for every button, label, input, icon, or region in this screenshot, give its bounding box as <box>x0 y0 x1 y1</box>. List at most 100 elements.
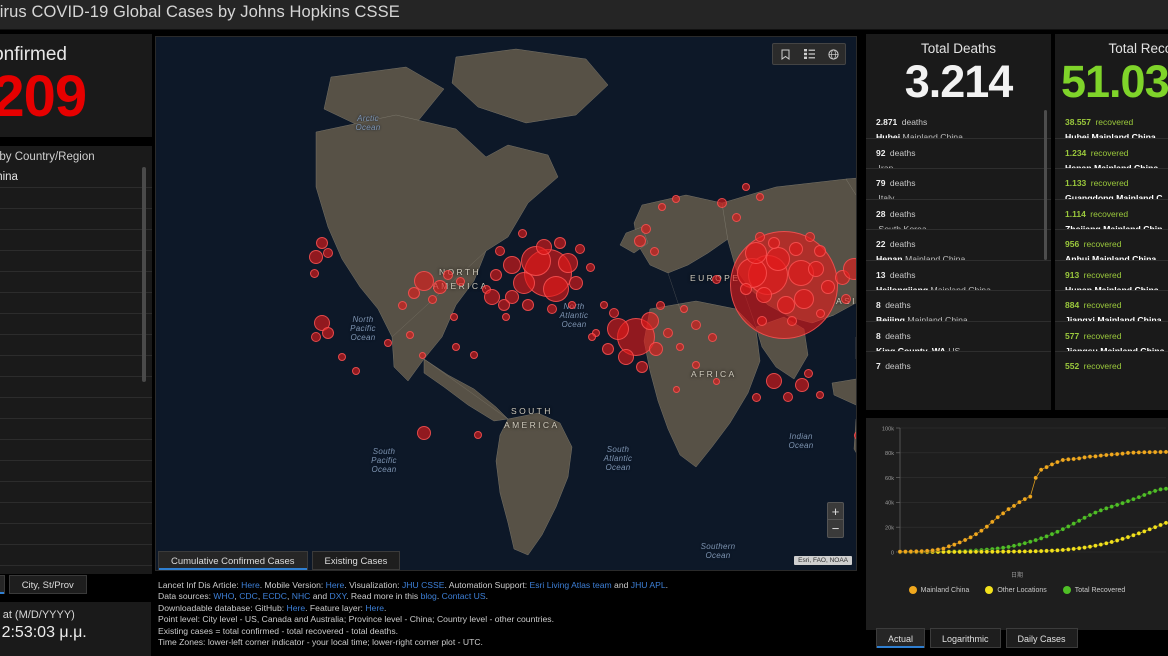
country-row[interactable]: d <box>0 503 152 524</box>
deaths-row[interactable]: 7 deathsGuangdong Mainland China <box>866 352 1051 373</box>
case-circle <box>676 343 684 351</box>
footer-link[interactable]: DXY <box>330 591 347 601</box>
svg-text:20k: 20k <box>885 526 894 532</box>
footer-link[interactable]: blog <box>421 591 437 601</box>
ocean-label: ArcticOcean <box>346 114 390 132</box>
deaths-list[interactable]: 2.871 deathsHubei Mainland China92 death… <box>866 108 1051 373</box>
country-row[interactable]: and <box>0 419 152 440</box>
tab-cumulative-confirmed-cases[interactable]: Cumulative Confirmed Cases <box>158 551 308 570</box>
country-row[interactable] <box>0 482 152 503</box>
legend-item[interactable]: Mainland China <box>909 586 970 594</box>
country-list[interactable]: inland Chinah Koreanrryore Konganddn <box>0 167 152 572</box>
map-tab-bar[interactable]: Cumulative Confirmed Cases Existing Case… <box>158 551 400 570</box>
basemap-icon[interactable] <box>821 44 845 64</box>
footer-link[interactable]: CDC <box>239 591 258 601</box>
deaths-row[interactable]: 8 deathsBeijing Mainland China <box>866 291 1051 322</box>
recovered-row[interactable]: 1.133 recoveredGuangdong Mainland C <box>1055 169 1168 200</box>
footer-link[interactable]: Here <box>326 580 345 590</box>
case-circle <box>600 301 608 309</box>
country-row[interactable] <box>0 461 152 482</box>
app-header: ronavirus COVID-19 Global Cases by Johns… <box>0 0 1168 30</box>
zoom-in-button[interactable]: + <box>828 503 843 520</box>
tab-daily-cases[interactable]: Daily Cases <box>1006 628 1078 648</box>
bookmark-icon[interactable] <box>773 44 797 64</box>
footer-link[interactable]: Here <box>365 603 384 613</box>
deaths-list-scrollbar[interactable] <box>1044 110 1047 260</box>
legend-item[interactable]: Other Locations <box>985 586 1046 594</box>
recovered-row[interactable]: 956 recoveredAnhui Mainland China <box>1055 230 1168 261</box>
deaths-row[interactable]: 8 deathsKing County, WA US <box>866 322 1051 353</box>
case-circle <box>575 244 585 254</box>
country-row[interactable] <box>0 566 152 572</box>
footer-link[interactable]: Here <box>287 603 306 613</box>
footer-text: Downloadable database: GitHub: <box>158 603 287 613</box>
case-circle <box>311 332 321 342</box>
recovered-row[interactable]: 38.557 recoveredHubei Mainland China <box>1055 108 1168 139</box>
map-toolbar[interactable] <box>772 43 846 65</box>
legend-icon[interactable] <box>797 44 821 64</box>
deaths-row[interactable]: 79 deaths Italy <box>866 169 1051 200</box>
country-row[interactable]: h Korea <box>0 188 152 209</box>
deaths-row[interactable]: 92 deaths Iran <box>866 139 1051 170</box>
deaths-row[interactable]: 22 deathsHenan Mainland China <box>866 230 1051 261</box>
recovered-row[interactable]: 1.234 recoveredHenan Mainland China <box>1055 139 1168 170</box>
footer-link[interactable]: ECDC <box>263 591 287 601</box>
recovered-list[interactable]: 38.557 recoveredHubei Mainland China1.23… <box>1055 108 1168 373</box>
deaths-row[interactable]: 13 deathsHeilongjiang Mainland China <box>866 261 1051 292</box>
country-row[interactable] <box>0 314 152 335</box>
footer-link[interactable]: Contact US <box>442 591 486 601</box>
footer-link[interactable]: WHO <box>213 591 234 601</box>
location-level-tab-bar[interactable]: ion City, St/Prov <box>0 575 87 594</box>
country-row[interactable] <box>0 335 152 356</box>
map-zoom-controls[interactable]: + − <box>827 502 844 538</box>
country-row[interactable]: rry <box>0 293 152 314</box>
total-deaths-panel: Total Deaths 3.214 2.871 deathsHubei Mai… <box>866 34 1051 410</box>
case-circle <box>384 339 392 347</box>
zoom-out-button[interactable]: − <box>828 520 843 537</box>
footer-link[interactable]: NHC <box>292 591 311 601</box>
case-circle <box>816 391 824 399</box>
footer-link[interactable]: JHU CSSE <box>402 580 445 590</box>
recovered-row[interactable]: 552 recoveredIran <box>1055 352 1168 373</box>
chart-tab-bar[interactable]: Actual Logarithmic Daily Cases <box>876 628 1078 648</box>
total-recovered-label: Total Recove <box>1055 34 1168 56</box>
country-row[interactable] <box>0 356 152 377</box>
recovered-row[interactable]: 577 recoveredJiangsu Mainland China <box>1055 322 1168 353</box>
country-row[interactable]: inland China <box>0 167 152 188</box>
case-circle <box>680 305 688 313</box>
tab-actual[interactable]: Actual <box>876 628 925 648</box>
case-circle <box>498 299 510 311</box>
chart-x-axis-label: 日期 <box>866 570 1168 579</box>
footer-link[interactable]: JHU APL <box>631 580 666 590</box>
deaths-row[interactable]: 2.871 deathsHubei Mainland China <box>866 108 1051 139</box>
country-row[interactable] <box>0 209 152 230</box>
recovered-row[interactable]: 913 recoveredHunan Mainland China <box>1055 261 1168 292</box>
tab-city-state-prov[interactable]: City, St/Prov <box>9 575 87 594</box>
country-row[interactable] <box>0 440 152 461</box>
country-row[interactable]: n <box>0 251 152 272</box>
footer-links: Lancet Inf Dis Article: Here. Mobile Ver… <box>158 580 858 656</box>
case-circle <box>518 229 527 238</box>
country-row[interactable]: Kong <box>0 398 152 419</box>
total-recovered-value: 51.03 <box>1055 56 1168 108</box>
country-row[interactable] <box>0 272 152 293</box>
tab-country-region[interactable]: ion <box>0 575 5 594</box>
tab-existing-cases[interactable]: Existing Cases <box>312 551 401 570</box>
legend-item[interactable]: Total Recovered <box>1063 586 1126 594</box>
footer-link[interactable]: Esri Living Atlas team <box>530 580 612 590</box>
country-row[interactable] <box>0 230 152 251</box>
country-list-scrollbar[interactable] <box>142 167 146 382</box>
country-row[interactable]: n <box>0 524 152 545</box>
recovered-row[interactable]: 884 recoveredJiangxi Mainland China <box>1055 291 1168 322</box>
case-circle <box>816 309 825 318</box>
tab-logarithmic[interactable]: Logarithmic <box>930 628 1001 648</box>
case-circle <box>433 280 447 294</box>
country-row[interactable] <box>0 545 152 566</box>
recovered-row[interactable]: 1.114 recoveredZhejiang Mainland Chin <box>1055 200 1168 231</box>
country-row[interactable]: ore <box>0 377 152 398</box>
case-circle <box>752 393 761 402</box>
deaths-row[interactable]: 28 deaths South Korea <box>866 200 1051 231</box>
footer-text: . <box>666 580 668 590</box>
footer-link[interactable]: Here <box>241 580 260 590</box>
world-map[interactable]: ArcticOceanArcticOceanNorthPacificOceanN… <box>155 36 857 571</box>
